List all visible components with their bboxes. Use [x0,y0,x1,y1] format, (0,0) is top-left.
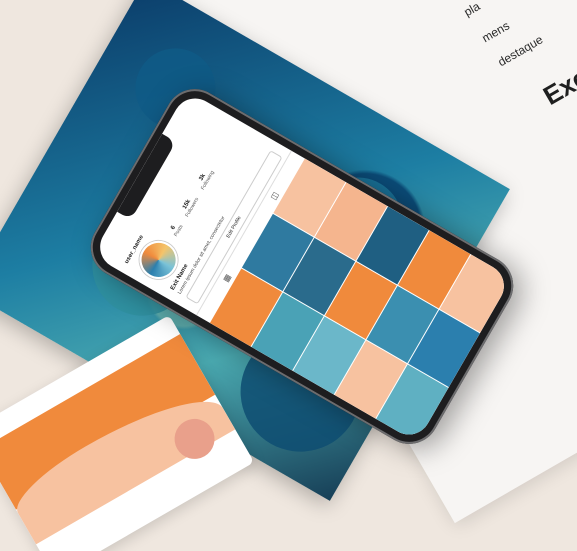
stat-following[interactable]: 3k Following [195,167,215,191]
stat-followers[interactable]: 15k Followers [179,194,200,219]
screenshot-stage: pla mens destaque Exe ••• user_name 6 [0,0,577,551]
stat-posts[interactable]: 6 Posts [168,221,184,238]
